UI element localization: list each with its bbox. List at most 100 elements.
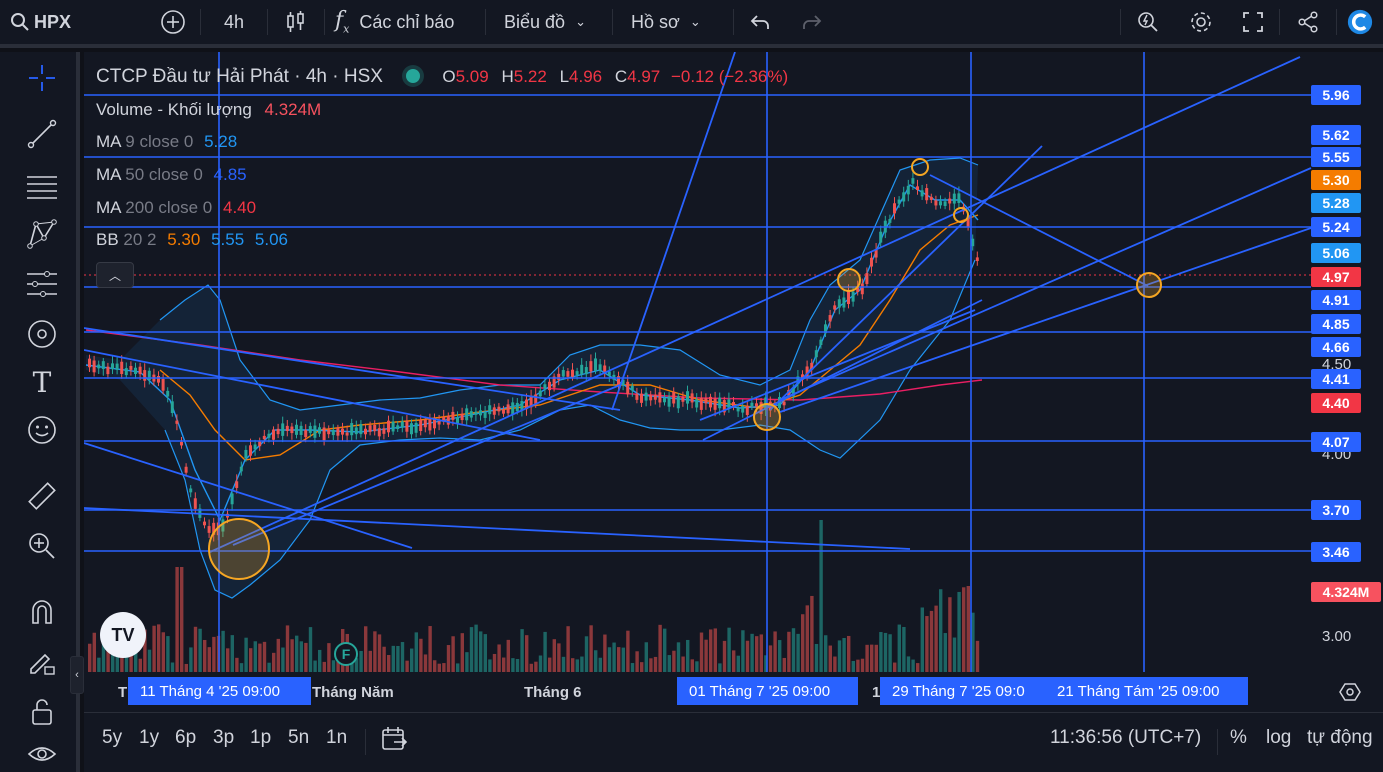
- projection-tool[interactable]: [22, 266, 62, 302]
- candle-body: [101, 361, 105, 370]
- volume-bar: [598, 657, 602, 672]
- ohlc-l-label: L: [559, 67, 570, 86]
- range-5d[interactable]: 5n: [288, 727, 309, 749]
- trendline-tool[interactable]: [22, 116, 62, 152]
- legend-bb-row[interactable]: BB 20 2 5.30 5.55 5.06: [96, 230, 288, 250]
- collapse-handle[interactable]: ‹: [70, 656, 84, 694]
- candle-body: [189, 488, 193, 493]
- candle-body: [92, 360, 96, 373]
- range-3m[interactable]: 3p: [213, 727, 234, 749]
- pattern-tool[interactable]: [22, 216, 62, 252]
- legend-collapse-button[interactable]: ︿: [96, 262, 134, 288]
- range-1y[interactable]: 1y: [139, 727, 159, 749]
- visibility-tool[interactable]: [22, 736, 62, 772]
- candle-body: [658, 392, 662, 403]
- time-marker-2[interactable]: 01 Tháng 7 '25 09:00: [677, 677, 858, 705]
- volume-bar: [957, 591, 961, 672]
- volume-bar: [704, 639, 708, 672]
- symbol-search[interactable]: HPX: [0, 0, 150, 46]
- volume-bar: [787, 631, 791, 672]
- chart-style-button[interactable]: [268, 0, 324, 46]
- lock-tool[interactable]: [22, 694, 62, 730]
- chart-type-dropdown[interactable]: Biểu đồ ⌄: [486, 0, 612, 46]
- volume-bar: [456, 663, 460, 672]
- candle-body: [925, 188, 929, 201]
- volume-bar: [253, 641, 257, 672]
- fib-tool[interactable]: [22, 168, 62, 204]
- alert-button[interactable]: [1121, 0, 1175, 46]
- price-label: 4.66: [1311, 337, 1361, 357]
- legend-title[interactable]: CTCP Đầu tư Hải Phát · 4h · HSX: [96, 66, 383, 87]
- range-1d[interactable]: 1n: [326, 727, 347, 749]
- time-marker-4[interactable]: 21 Tháng Tám '25 09:00: [1045, 677, 1248, 705]
- volume-bar: [630, 663, 635, 672]
- volume-bar: [897, 624, 901, 672]
- chart-pane[interactable]: CTCP Đầu tư Hải Phát · 4h · HSX O5.09 H5…: [84, 52, 1383, 712]
- event-badge[interactable]: F: [334, 642, 358, 666]
- goto-date-button[interactable]: [380, 725, 408, 758]
- volume-bar: [423, 654, 428, 672]
- percent-toggle[interactable]: %: [1230, 727, 1247, 749]
- crosshair-tool[interactable]: [22, 60, 62, 96]
- volume-bar: [773, 631, 777, 672]
- text-tool[interactable]: T: [22, 364, 62, 400]
- legend-ma200-row[interactable]: MA 200 close 0 4.40: [96, 198, 256, 218]
- volume-bar: [649, 658, 653, 672]
- range-6m[interactable]: 6p: [175, 727, 196, 749]
- tradingview-logo[interactable]: TV: [100, 612, 146, 658]
- volume-bar: [916, 663, 920, 672]
- volume-bar: [327, 643, 331, 672]
- measure-tool[interactable]: [22, 478, 62, 514]
- candle-body: [281, 423, 285, 436]
- candle-body: [483, 411, 487, 418]
- candle-body: [870, 257, 873, 267]
- compare-button[interactable]: [150, 0, 200, 46]
- clock-timezone[interactable]: 11:36:56 (UTC+7): [1050, 727, 1201, 749]
- time-marker-1[interactable]: 11 Tháng 4 '25 09:00: [128, 677, 311, 705]
- legend-ma9-row[interactable]: MA 9 close 0 5.28: [96, 132, 237, 152]
- volume-bar: [529, 663, 533, 672]
- fullscreen-button[interactable]: [1227, 0, 1279, 46]
- volume-bar: [667, 655, 671, 672]
- volume-bar: [939, 589, 943, 672]
- candle-body: [304, 430, 308, 438]
- auto-toggle[interactable]: tự động: [1307, 727, 1373, 749]
- bottom-toolbar: 5y 1y 6p 3p 1p 5n 1n 11:36:56 (UTC+7) % …: [84, 712, 1383, 772]
- brush-tool[interactable]: [22, 316, 62, 352]
- share-button[interactable]: [1280, 0, 1336, 46]
- settings-button[interactable]: [1175, 0, 1227, 46]
- range-5y[interactable]: 5y: [102, 727, 122, 749]
- volume-bar: [474, 624, 478, 672]
- scale-settings-button[interactable]: [1338, 680, 1362, 704]
- zoom-tool[interactable]: [22, 528, 62, 564]
- volume-bar: [138, 658, 142, 672]
- time-marker-3[interactable]: 29 Tháng 7 '25 09:0: [880, 677, 1045, 705]
- market-status-dot[interactable]: [405, 69, 420, 83]
- indicators-button[interactable]: fx Các chỉ báo: [325, 0, 485, 46]
- stay-drawing-tool[interactable]: [22, 644, 62, 680]
- volume-bar: [377, 634, 382, 672]
- candle-body: [465, 408, 469, 421]
- candle-body: [755, 403, 758, 407]
- legend-volume-row[interactable]: Volume - Khối lượng 4.324M: [96, 100, 321, 120]
- volume-bar: [888, 634, 892, 672]
- candle-body: [718, 397, 722, 409]
- candle-body: [295, 424, 298, 435]
- emoji-tool[interactable]: [22, 412, 62, 448]
- volume-bar: [814, 643, 819, 672]
- profile-dropdown[interactable]: Hồ sơ ⌄: [613, 0, 733, 46]
- redo-button[interactable]: [786, 0, 838, 46]
- undo-button[interactable]: [734, 0, 786, 46]
- log-toggle[interactable]: log: [1266, 727, 1291, 749]
- legend-ma50-row[interactable]: MA 50 close 0 4.85: [96, 165, 247, 185]
- pattern-icon: [27, 219, 57, 249]
- trendline-icon: [27, 119, 57, 149]
- brand-logo[interactable]: [1337, 0, 1383, 46]
- volume-bar: [925, 616, 929, 672]
- range-1m[interactable]: 1p: [250, 727, 271, 749]
- candle-body: [336, 427, 340, 436]
- magnet-tool[interactable]: [22, 594, 62, 630]
- candle-body: [341, 428, 344, 435]
- interval-button[interactable]: 4h: [201, 0, 267, 46]
- chart-canvas[interactable]: [84, 52, 1383, 712]
